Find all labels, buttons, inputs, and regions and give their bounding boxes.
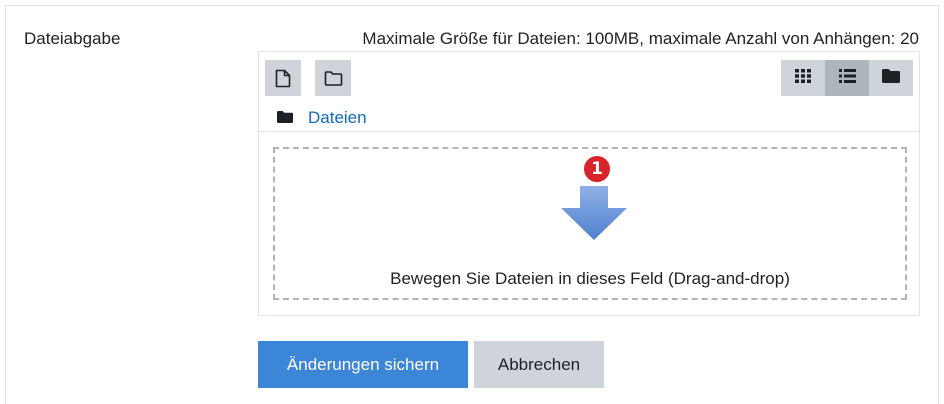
- upload-limits-text: Maximale Größe für Dateien: 100MB, maxim…: [362, 29, 919, 48]
- add-file-button[interactable]: [265, 60, 301, 96]
- field-label: Dateiabgabe: [24, 29, 121, 48]
- step-badge: 1: [582, 154, 612, 184]
- path-link-files[interactable]: Dateien: [308, 108, 367, 128]
- file-manager: Dateien 1 Bewegen Sie Dateien in dieses …: [258, 51, 920, 316]
- file-manager-toolbar: [259, 52, 919, 102]
- folder-outline-icon: [324, 70, 343, 86]
- section-border-right: [938, 5, 939, 404]
- save-changes-button[interactable]: Änderungen sichern: [258, 341, 468, 388]
- down-arrow-icon: [561, 186, 627, 245]
- view-tree-button[interactable]: [869, 60, 913, 96]
- section-border-left: [5, 5, 6, 404]
- file-path-bar: Dateien: [259, 102, 919, 132]
- cancel-button[interactable]: Abbrechen: [474, 341, 604, 388]
- list-icon: [838, 68, 856, 88]
- file-icon: [275, 69, 291, 88]
- form-section: Dateiabgabe Maximale Größe für Dateien: …: [0, 0, 944, 404]
- view-switcher: [781, 60, 913, 96]
- add-folder-button[interactable]: [315, 60, 351, 96]
- folder-icon: [277, 110, 293, 128]
- section-border-top: [5, 5, 939, 6]
- view-icons-button[interactable]: [781, 60, 825, 96]
- grid-icon: [795, 68, 811, 88]
- drop-zone[interactable]: 1 Bewegen Sie Dateien in dieses Feld (Dr…: [273, 147, 907, 300]
- drop-zone-text: Bewegen Sie Dateien in dieses Feld (Drag…: [390, 269, 790, 288]
- view-list-button[interactable]: [825, 60, 869, 96]
- folder-icon: [882, 68, 900, 88]
